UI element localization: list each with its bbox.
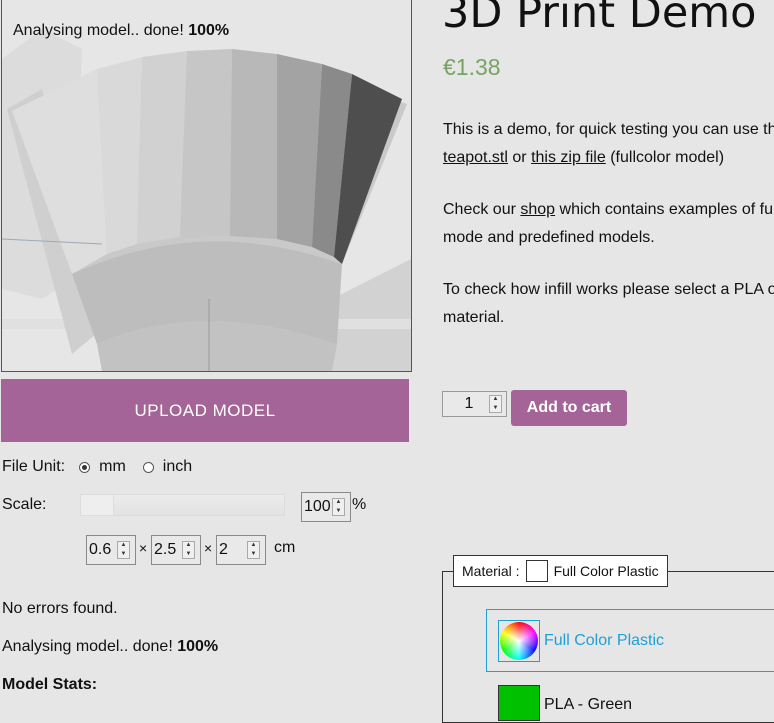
scale-stepper-icon[interactable]: ▲ ▼ bbox=[332, 498, 345, 516]
description-line: To check how infill works please select … bbox=[443, 281, 774, 298]
material-option-label: PLA - Green bbox=[544, 696, 633, 713]
product-price: €1.38 bbox=[443, 54, 501, 80]
dimension-separator: × bbox=[139, 540, 148, 556]
description-paragraph-3: To check how infill works please select … bbox=[443, 276, 774, 332]
model-viewer[interactable]: Analysing model.. done! 100% bbox=[1, 0, 412, 372]
pla-green-swatch bbox=[498, 685, 540, 721]
description-line: teapot.stl or this zip file (fullcolor m… bbox=[443, 149, 725, 166]
dimension-y-input[interactable]: 2.5 ▲ ▼ bbox=[151, 535, 201, 565]
scale-value: 100 bbox=[304, 498, 331, 515]
file-unit-row: File Unit: mm inch bbox=[2, 458, 192, 476]
model-render bbox=[2, 29, 411, 371]
analysis-text: Analysing model.. done! bbox=[2, 638, 173, 655]
description-paragraph-2: Check our shop which contains examples o… bbox=[443, 196, 774, 252]
quantity-stepper[interactable]: 1 ▲ ▼ bbox=[442, 391, 507, 417]
teapot-link[interactable]: teapot.stl bbox=[443, 149, 508, 166]
dimension-x-input[interactable]: 0.6 ▲ ▼ bbox=[86, 535, 136, 565]
zip-file-link[interactable]: this zip file bbox=[531, 149, 606, 166]
dimension-z-input[interactable]: 2 ▲ ▼ bbox=[216, 535, 266, 565]
scale-unit: % bbox=[352, 496, 367, 513]
viewer-status-percent: 100% bbox=[188, 22, 230, 39]
unit-mm-radio[interactable] bbox=[79, 461, 91, 473]
viewer-status: Analysing model.. done! 100% bbox=[13, 22, 229, 40]
dimension-x-value: 0.6 bbox=[89, 541, 112, 558]
scale-slider-thumb[interactable] bbox=[81, 495, 114, 515]
add-to-cart-button[interactable]: Add to cart bbox=[511, 390, 627, 426]
analysis-message: Analysing model.. done! 100% bbox=[2, 638, 218, 656]
selected-material-swatch bbox=[525, 560, 548, 582]
unit-inch-radio[interactable] bbox=[142, 461, 154, 473]
product-title: 3D Print Demo bbox=[442, 0, 757, 38]
material-option-pla-green[interactable]: PLA - Green bbox=[498, 685, 632, 721]
unit-inch-label: inch bbox=[162, 458, 193, 475]
description-line: Check our shop which contains examples o… bbox=[443, 201, 774, 218]
color-wheel-frame bbox=[498, 619, 540, 662]
material-legend-value: Full Color Plastic bbox=[553, 563, 659, 579]
color-wheel-icon bbox=[500, 621, 538, 660]
scale-slider[interactable] bbox=[80, 494, 285, 516]
material-legend-label: Material : bbox=[462, 563, 520, 579]
viewer-status-text: Analysing model.. done! bbox=[13, 22, 184, 39]
material-option-label: Full Color Plastic bbox=[544, 631, 665, 649]
dimension-x-stepper-icon[interactable]: ▲ ▼ bbox=[117, 541, 130, 559]
description-paragraph-1: This is a demo, for quick testing you ca… bbox=[443, 116, 774, 172]
analysis-percent: 100% bbox=[177, 638, 219, 655]
dimension-z-value: 2 bbox=[219, 541, 228, 558]
description-line: material. bbox=[443, 309, 505, 326]
quantity-stepper-icon[interactable]: ▲ ▼ bbox=[489, 395, 502, 413]
dimension-unit: cm bbox=[274, 539, 296, 556]
shop-link[interactable]: shop bbox=[520, 201, 555, 218]
scale-label: Scale: bbox=[2, 496, 47, 513]
material-option-full-color[interactable]: Full Color Plastic bbox=[486, 609, 774, 672]
scale-input[interactable]: 100 ▲ ▼ bbox=[301, 492, 351, 522]
quantity-value: 1 bbox=[464, 395, 474, 412]
material-legend: Material : Full Color Plastic bbox=[453, 555, 668, 587]
file-unit-label: File Unit: bbox=[2, 458, 66, 475]
description-line: This is a demo, for quick testing you ca… bbox=[443, 121, 774, 138]
dimension-y-value: 2.5 bbox=[154, 541, 177, 558]
description-line: mode and predefined models. bbox=[443, 229, 655, 246]
errors-message: No errors found. bbox=[2, 600, 118, 617]
unit-mm-label: mm bbox=[99, 458, 126, 475]
dimension-z-stepper-icon[interactable]: ▲ ▼ bbox=[247, 541, 260, 559]
dimension-separator: × bbox=[204, 540, 213, 556]
upload-model-button[interactable]: UPLOAD MODEL bbox=[1, 379, 409, 442]
dimension-y-stepper-icon[interactable]: ▲ ▼ bbox=[182, 541, 195, 559]
model-stats-heading: Model Stats: bbox=[2, 676, 98, 693]
